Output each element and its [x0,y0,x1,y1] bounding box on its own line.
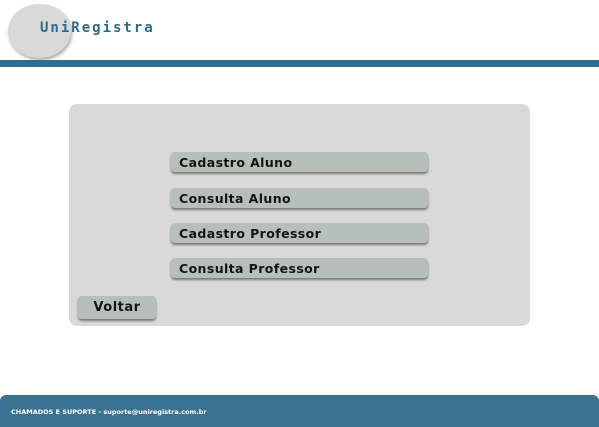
voltar-button[interactable]: Voltar [78,296,156,319]
menu-panel: Cadastro Aluno Consulta Aluno Cadastro P… [69,104,530,326]
consulta-aluno-button[interactable]: Consulta Aluno [171,188,428,208]
footer: CHAMADOS E SUPORTE - suporte@uniregistra… [0,395,599,427]
footer-support-text: CHAMADOS E SUPORTE - suporte@uniregistra… [11,408,207,416]
cadastro-professor-button[interactable]: Cadastro Professor [171,223,428,243]
header: UniRegistra [0,0,599,68]
logo-text: UniRegistra [40,20,155,36]
header-divider-bar [0,60,599,67]
cadastro-aluno-button[interactable]: Cadastro Aluno [171,152,428,172]
consulta-professor-button[interactable]: Consulta Professor [171,258,428,278]
